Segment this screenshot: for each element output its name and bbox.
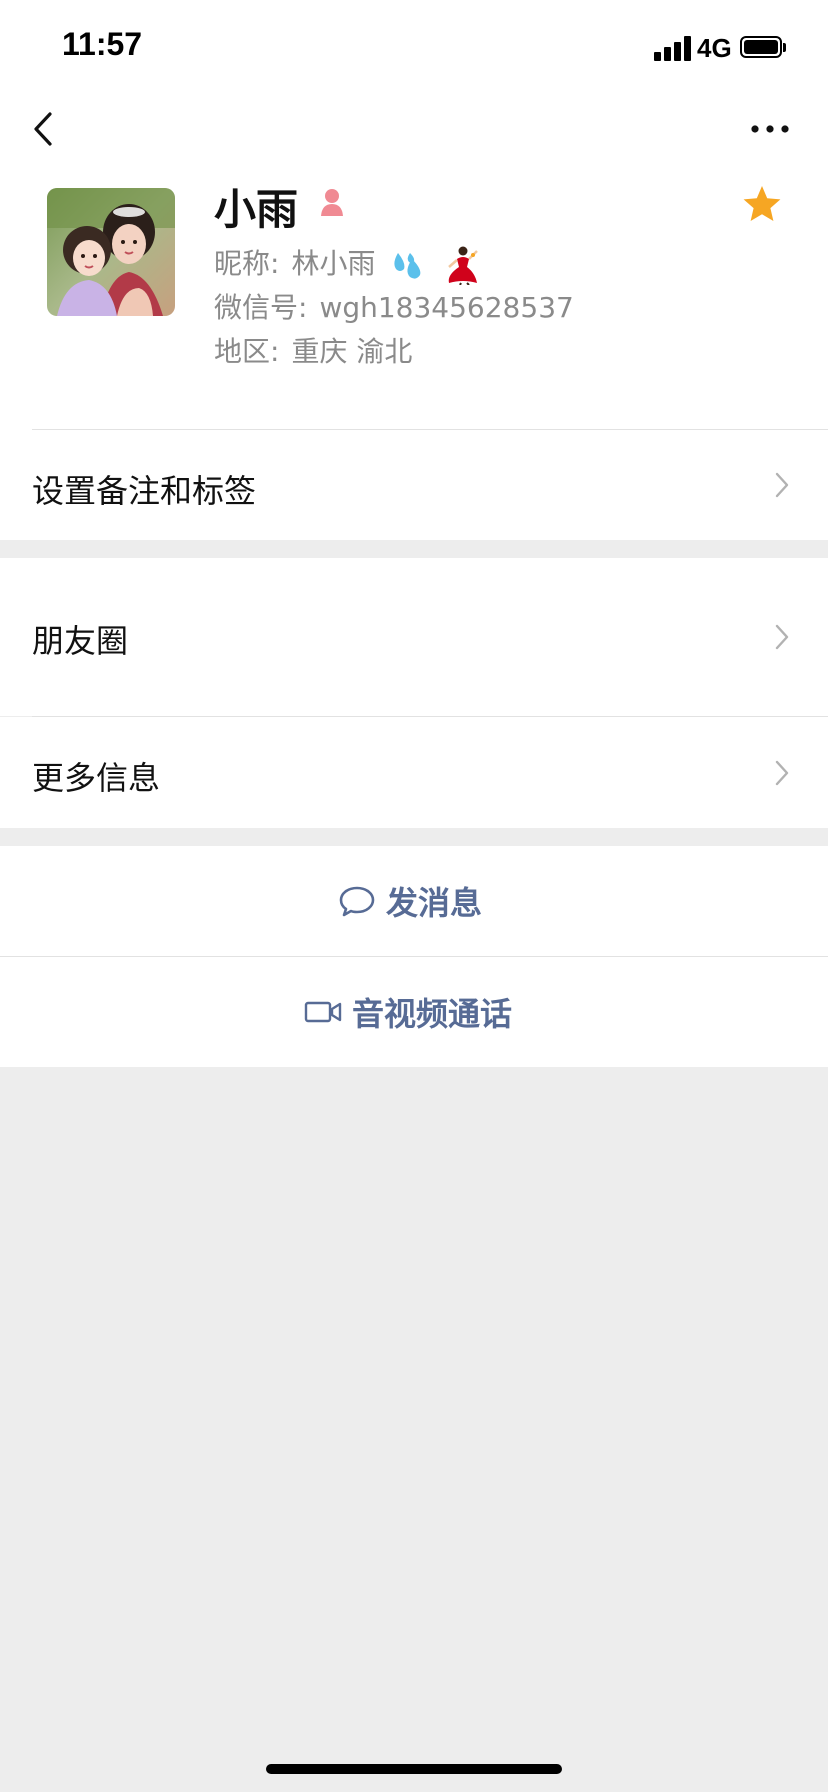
region-label: 地区: (214, 335, 280, 368)
nickname-line: 昵称: 林小雨 (214, 242, 481, 285)
more-icon (751, 125, 789, 133)
moments-row[interactable]: 朋友圈 (0, 558, 828, 716)
back-button[interactable] (28, 104, 68, 154)
star-favorite-button[interactable] (742, 184, 782, 224)
chevron-right-icon (775, 472, 789, 498)
video-call-content: 音视频通话 (304, 957, 512, 1067)
avatar[interactable] (47, 188, 175, 316)
wechat-id-label: 微信号: (214, 291, 308, 324)
wechat-id-value[interactable]: wgh18345628537 (319, 291, 573, 324)
remark-tags-label: 设置备注和标签 (32, 472, 257, 510)
sweat-droplets-icon (394, 253, 421, 279)
more-info-label: 更多信息 (32, 759, 161, 797)
contact-profile-screen: 11:57 4G 小雨 昵称: 林小雨 微信号: wgh18345628537 … (0, 0, 828, 1792)
wechat-id-line: 微信号: wgh18345628537 (214, 286, 574, 326)
video-call-label: 音视频通话 (352, 995, 513, 1033)
network-type: 4G (697, 33, 732, 63)
contact-name: 小雨 (214, 185, 299, 234)
region-line: 地区: 重庆 渝北 (214, 330, 412, 370)
gender-female-icon (321, 189, 343, 216)
nickname-label: 昵称: (214, 247, 280, 280)
signal-strength-icon (654, 35, 692, 61)
chevron-right-icon (775, 760, 789, 786)
video-camera-icon (304, 1001, 342, 1023)
send-message-button[interactable]: 发消息 (0, 846, 828, 956)
chevron-right-icon (775, 624, 789, 650)
status-bar: 11:57 4G (0, 0, 828, 100)
remark-tags-row[interactable]: 设置备注和标签 (0, 430, 828, 540)
nickname-value: 林小雨 (291, 247, 376, 280)
moments-label: 朋友圈 (32, 622, 129, 660)
more-info-row[interactable]: 更多信息 (0, 717, 828, 828)
send-message-content: 发消息 (338, 846, 482, 956)
chat-bubble-icon (339, 886, 375, 917)
back-icon (34, 112, 52, 146)
status-time: 11:57 (62, 26, 143, 62)
send-message-label: 发消息 (386, 884, 483, 922)
dancer-icon (448, 246, 479, 285)
home-indicator[interactable] (266, 1764, 562, 1774)
avatar-photo (47, 188, 175, 316)
battery-icon (740, 36, 786, 60)
video-call-button[interactable]: 音视频通话 (0, 957, 828, 1067)
region-value: 重庆 渝北 (291, 335, 413, 368)
star-icon (743, 186, 781, 221)
more-options-button[interactable] (748, 114, 792, 144)
